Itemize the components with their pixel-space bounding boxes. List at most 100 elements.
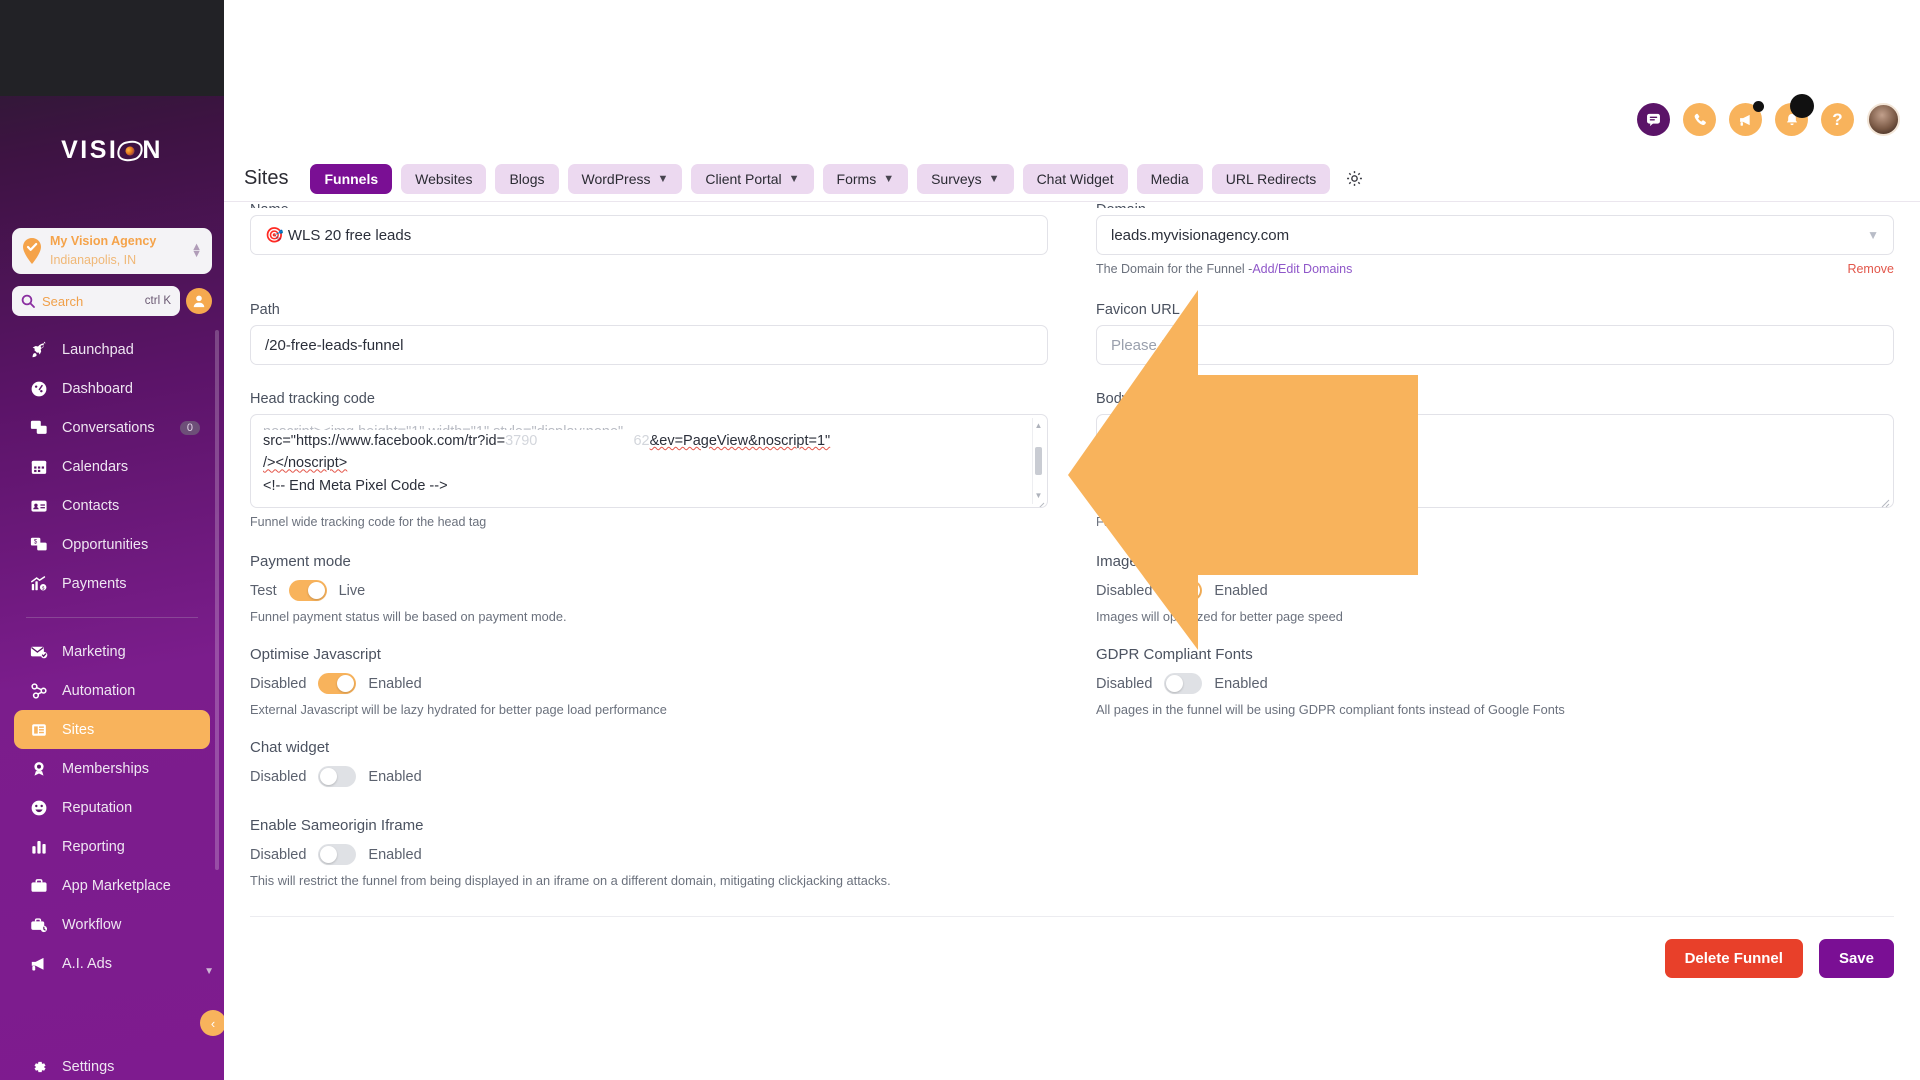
optimise-js-switch[interactable] — [318, 673, 357, 694]
ht-l1b: &ev=PageView&noscript=1" — [649, 433, 831, 449]
tab-label: Blogs — [509, 170, 545, 187]
announcement-icon[interactable] — [1729, 101, 1764, 136]
resize-grip-icon[interactable] — [1880, 495, 1890, 508]
tab-wordpress[interactable]: WordPress ▼ — [567, 163, 683, 194]
tab-surveys[interactable]: Surveys ▼ — [917, 163, 1014, 194]
ht-l1-faded: 3790 — [505, 433, 538, 449]
search-shortcut: ctrl K — [144, 295, 171, 307]
brand-logo: VISI N — [0, 136, 224, 165]
head-tracking-line-2: /></noscript> — [263, 452, 1035, 474]
scroll-thumb[interactable] — [1035, 447, 1042, 475]
sidebar-item-label: Sites — [62, 721, 95, 738]
name-input[interactable]: 🎯 WLS 20 free leads — [250, 215, 1048, 255]
sidebar-item-ai-ads[interactable]: A.I. Ads — [0, 944, 224, 983]
settings-grid-row-5: Optimise Javascript Disabled Enabled Ext… — [224, 646, 1920, 717]
search-icon — [21, 294, 35, 308]
domain-helper-prefix: The Domain for the Funnel - — [1096, 262, 1253, 276]
sidebar-item-reporting[interactable]: Reporting — [0, 827, 224, 866]
sidebar-item-sites[interactable]: Sites — [14, 710, 210, 749]
domain-select[interactable]: leads.myvisionagency.com ▼ — [1096, 215, 1894, 255]
chart-money-icon: $ — [28, 573, 49, 594]
head-tracking-line-3: <!-- End Meta Pixel Code --> — [263, 477, 448, 494]
search-input[interactable]: Search ctrl K — [12, 286, 180, 316]
gear-icon[interactable] — [1345, 169, 1364, 188]
domain-label: Domain — [1096, 202, 1894, 208]
sidebar-item-memberships[interactable]: Memberships — [0, 749, 224, 788]
head-tracking-textarea[interactable]: noscript><img height="1" width="1" style… — [250, 414, 1048, 508]
chat-widget-toggle-row: Disabled Enabled — [250, 766, 1048, 787]
payment-mode-group: Payment mode Test Live Funnel payment st… — [250, 553, 1048, 624]
chat-widget-switch[interactable] — [318, 766, 357, 787]
sidebar-item-label: Reporting — [62, 838, 125, 855]
add-edit-domains-link[interactable]: Add/Edit Domains — [1252, 262, 1352, 276]
sidebar-item-label: Reputation — [62, 799, 133, 816]
sidebar-item-label: A.I. Ads — [62, 955, 112, 972]
head-tracking-label: Head tracking code — [250, 391, 375, 407]
sidebar-item-app-marketplace[interactable]: App Marketplace — [0, 866, 224, 905]
user-avatar-icon[interactable] — [186, 288, 212, 314]
sameorigin-iframe-switch[interactable] — [318, 844, 357, 865]
sidebar-nav: Launchpad Dashboard Conversations 0 Cale… — [0, 330, 224, 983]
remove-domain-link[interactable]: Remove — [1847, 262, 1894, 276]
body-tracking-textarea[interactable] — [1096, 414, 1894, 508]
sites-icon — [28, 719, 49, 740]
sidebar-item-contacts[interactable]: Contacts — [0, 486, 224, 525]
image-optimization-switch[interactable] — [1164, 580, 1203, 601]
tab-websites[interactable]: Websites — [401, 163, 487, 194]
gdpr-fonts-toggle-row: Disabled Enabled — [1096, 673, 1894, 694]
delete-funnel-button[interactable]: Delete Funnel — [1664, 939, 1803, 978]
sidebar-top-spacer — [0, 0, 224, 96]
sidebar-item-calendars[interactable]: Calendars — [0, 447, 224, 486]
switch-knob — [307, 582, 325, 599]
tab-client-portal[interactable]: Client Portal ▼ — [691, 163, 814, 194]
sidebar-item-payments[interactable]: $ Payments — [0, 564, 224, 603]
gdpr-fonts-group: GDPR Compliant Fonts Disabled Enabled Al… — [1096, 646, 1894, 717]
avatar[interactable] — [1867, 103, 1900, 136]
image-optimization-toggle-row: Disabled Enabled — [1096, 580, 1894, 601]
envelope-check-icon — [28, 641, 49, 662]
tab-url-redirects[interactable]: URL Redirects — [1211, 163, 1331, 194]
head-tracking-scrollbar[interactable]: ▲ ▼ — [1032, 418, 1044, 504]
tab-chat-widget[interactable]: Chat Widget — [1022, 163, 1128, 194]
payment-mode-switch[interactable] — [288, 580, 327, 601]
save-button[interactable]: Save — [1818, 939, 1894, 978]
sidebar-collapse-button[interactable]: ‹ — [200, 1010, 224, 1036]
tab-funnels[interactable]: Funnels — [310, 163, 393, 194]
favicon-input[interactable]: Please Input — [1096, 325, 1894, 365]
brand-text-tail: N — [142, 136, 163, 164]
location-pin-icon — [22, 238, 42, 264]
body-tracking-helper: Funnel wide tracking code for the body t… — [1096, 515, 1332, 529]
settings-grid-row-7: Enable Sameorigin Iframe Disabled Enable… — [224, 817, 1920, 888]
briefcase-clock-icon — [28, 914, 49, 935]
agency-switcher[interactable]: My Vision Agency Indianapolis, IN ▲ ▼ — [12, 228, 212, 274]
sidebar-item-automation[interactable]: Automation — [0, 671, 224, 710]
help-icon[interactable]: ? — [1821, 103, 1854, 136]
optimise-js-sub: External Javascript will be lazy hydrate… — [250, 702, 667, 717]
tab-forms[interactable]: Forms ▼ — [822, 163, 909, 194]
tab-media[interactable]: Media — [1136, 163, 1203, 194]
path-input[interactable]: /20-free-leads-funnel — [250, 325, 1048, 365]
ht-l1a: src="https://www.facebook.com/tr?id= — [263, 433, 506, 449]
sidebar-item-settings[interactable]: Settings — [0, 1047, 224, 1080]
chat-bubble-icon[interactable] — [1637, 103, 1670, 136]
bell-icon[interactable] — [1775, 94, 1814, 136]
phone-icon[interactable] — [1683, 103, 1716, 136]
resize-grip-icon[interactable] — [1035, 496, 1045, 507]
sidebar-item-launchpad[interactable]: Launchpad — [0, 330, 224, 369]
sidebar-item-conversations[interactable]: Conversations 0 — [0, 408, 224, 447]
sidebar-item-marketing[interactable]: Marketing — [0, 632, 224, 671]
switch-knob — [1183, 582, 1201, 599]
ht-l1-faded2: 62 — [633, 433, 650, 449]
sidebar-item-dashboard[interactable]: Dashboard — [0, 369, 224, 408]
sidebar-item-opportunities[interactable]: $ Opportunities — [0, 525, 224, 564]
path-label: Path — [250, 302, 280, 318]
sidebar-item-reputation[interactable]: Reputation — [0, 788, 224, 827]
sidebar-item-workflow[interactable]: Workflow — [0, 905, 224, 944]
sidebar-item-label: Calendars — [62, 458, 129, 475]
name-label: Name — [250, 202, 1048, 208]
tab-blogs[interactable]: Blogs — [495, 163, 559, 194]
search-placeholder: Search — [42, 293, 84, 309]
chat-widget-title: Chat widget — [250, 739, 330, 756]
head-tracking-clipped-line: noscript><img height="1" width="1" style… — [263, 421, 1035, 430]
gdpr-fonts-switch[interactable] — [1164, 673, 1203, 694]
